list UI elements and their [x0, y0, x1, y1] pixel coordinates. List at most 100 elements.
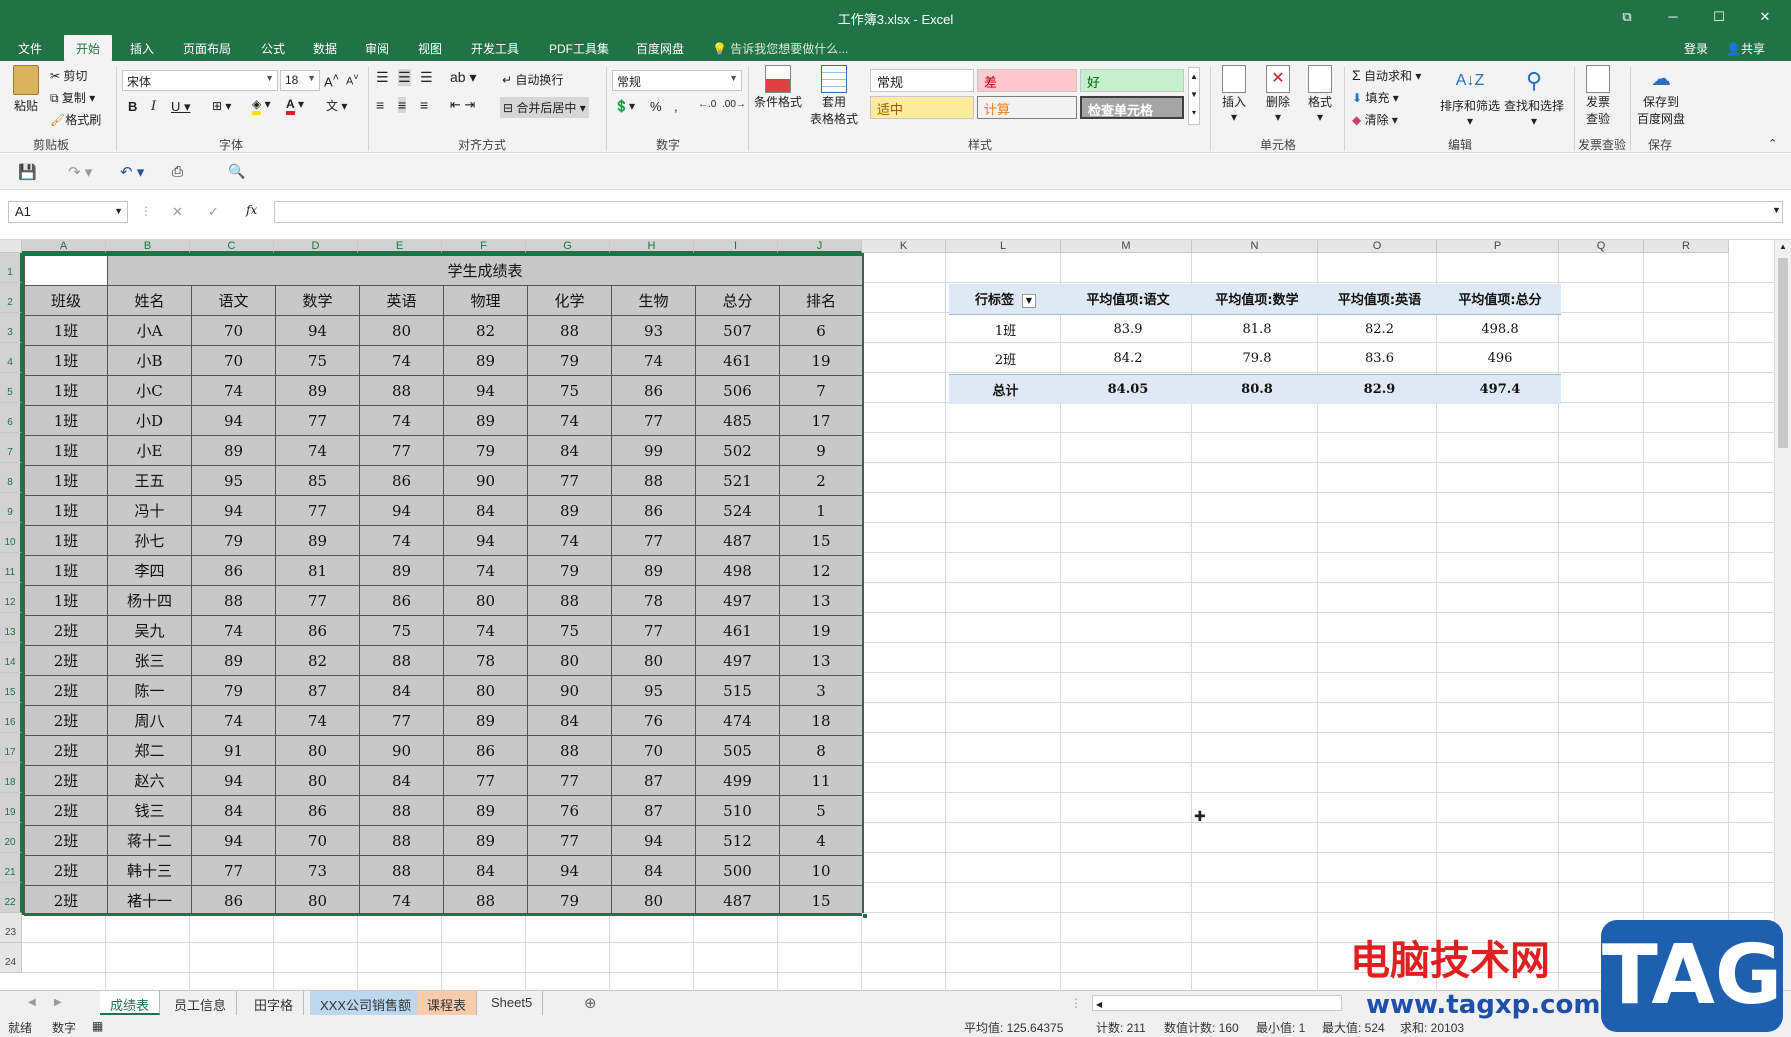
- table-cell[interactable]: 1班: [24, 465, 108, 496]
- table-cell[interactable]: 1班: [24, 585, 108, 616]
- sort-filter-button[interactable]: A↓Z 排序和筛选 ▾: [1440, 65, 1500, 128]
- row-header-9[interactable]: 9: [0, 493, 22, 523]
- pivot-header-cell[interactable]: 行标签 ▼: [949, 284, 1062, 315]
- table-cell[interactable]: 515: [695, 675, 780, 706]
- format-cells-button[interactable]: 格式 ▾: [1308, 65, 1332, 124]
- table-cell[interactable]: 张三: [107, 645, 192, 676]
- table-cell[interactable]: 505: [695, 735, 780, 766]
- tab-home[interactable]: 开始: [64, 35, 113, 61]
- row-header-19[interactable]: 19: [0, 793, 22, 823]
- fill-color-button[interactable]: ◈ ▾: [252, 97, 271, 115]
- table-cell[interactable]: 70: [611, 735, 696, 766]
- vertical-scrollbar[interactable]: ▲: [1774, 240, 1791, 990]
- table-cell[interactable]: 88: [359, 645, 444, 676]
- row-header-16[interactable]: 16: [0, 703, 22, 733]
- table-cell[interactable]: 89: [359, 555, 444, 586]
- table-cell[interactable]: 90: [359, 735, 444, 766]
- column-header-n[interactable]: N: [1192, 240, 1318, 253]
- tell-me-search[interactable]: 💡 告诉我您想要做什么...: [712, 40, 848, 57]
- table-cell[interactable]: 1班: [24, 315, 108, 346]
- table-cell[interactable]: 褚十一: [107, 885, 192, 916]
- row-header-6[interactable]: 6: [0, 403, 22, 433]
- row-header-3[interactable]: 3: [0, 313, 22, 343]
- table-cell[interactable]: 461: [695, 345, 780, 376]
- collapse-ribbon-icon[interactable]: ⌃: [1768, 137, 1777, 150]
- table-cell[interactable]: 76: [611, 705, 696, 736]
- pivot-total-cell[interactable]: 84.05: [1062, 373, 1194, 404]
- table-header-cell[interactable]: 生物: [611, 285, 696, 316]
- tab-view[interactable]: 视图: [418, 40, 442, 57]
- row-header-10[interactable]: 10: [0, 523, 22, 553]
- table-cell[interactable]: 韩十三: [107, 855, 192, 886]
- table-cell[interactable]: 77: [527, 465, 612, 496]
- table-cell[interactable]: 84: [191, 795, 276, 826]
- table-cell[interactable]: 94: [191, 405, 276, 436]
- table-cell[interactable]: 80: [359, 315, 444, 346]
- table-cell[interactable]: 74: [191, 375, 276, 406]
- column-header-l[interactable]: L: [946, 240, 1061, 253]
- pivot-cell[interactable]: 83.6: [1320, 344, 1439, 374]
- table-cell[interactable]: 钱三: [107, 795, 192, 826]
- row-header-20[interactable]: 20: [0, 823, 22, 853]
- save-icon[interactable]: 💾: [18, 163, 37, 181]
- table-cell[interactable]: 74: [527, 525, 612, 556]
- share-button[interactable]: 👤共享: [1726, 40, 1765, 57]
- filter-dropdown-icon[interactable]: ▼: [1022, 293, 1036, 308]
- tab-file[interactable]: 文件: [18, 40, 42, 57]
- invoice-check-button[interactable]: 发票 查验: [1586, 65, 1610, 127]
- find-select-button[interactable]: ⚲ 查找和选择 ▾: [1504, 65, 1564, 128]
- table-cell[interactable]: 80: [527, 645, 612, 676]
- table-cell[interactable]: 86: [359, 585, 444, 616]
- table-cell[interactable]: 郑二: [107, 735, 192, 766]
- table-cell[interactable]: 80: [443, 585, 528, 616]
- table-cell[interactable]: 75: [527, 615, 612, 646]
- table-cell[interactable]: 89: [275, 525, 360, 556]
- table-cell[interactable]: 2班: [24, 795, 108, 826]
- table-cell[interactable]: 88: [359, 855, 444, 886]
- sheet-tab-5[interactable]: 课程表: [417, 991, 478, 1015]
- pivot-cell[interactable]: 82.2: [1320, 314, 1439, 344]
- pivot-cell[interactable]: 81.8: [1194, 314, 1320, 344]
- pivot-cell[interactable]: 2班: [949, 344, 1062, 374]
- table-cell[interactable]: 502: [695, 435, 780, 466]
- table-cell[interactable]: 89: [443, 345, 528, 376]
- table-cell[interactable]: 499: [695, 765, 780, 796]
- table-cell[interactable]: 1班: [24, 375, 108, 406]
- column-header-m[interactable]: M: [1061, 240, 1192, 253]
- column-header-k[interactable]: K: [862, 240, 946, 253]
- table-cell[interactable]: 2班: [24, 615, 108, 646]
- indent-icon[interactable]: ⇤ ⇥: [450, 97, 475, 113]
- table-cell[interactable]: 2班: [24, 855, 108, 886]
- scroll-thumb[interactable]: [1778, 258, 1788, 448]
- table-cell[interactable]: 小E: [107, 435, 192, 466]
- row-header-2[interactable]: 2: [0, 283, 22, 313]
- table-cell[interactable]: 521: [695, 465, 780, 496]
- table-cell[interactable]: 94: [443, 525, 528, 556]
- table-cell[interactable]: 15: [778, 525, 864, 556]
- table-cell[interactable]: 497: [695, 645, 780, 676]
- table-cell[interactable]: 94: [359, 495, 444, 526]
- row-header-4[interactable]: 4: [0, 343, 22, 373]
- table-cell[interactable]: 77: [275, 405, 360, 436]
- table-cell[interactable]: 1班: [24, 345, 108, 376]
- table-cell[interactable]: 70: [191, 345, 276, 376]
- save-to-baidu-button[interactable]: ☁ 保存到 百度网盘: [1636, 65, 1686, 127]
- ribbon-display-icon[interactable]: ⧉: [1612, 6, 1642, 28]
- table-cell[interactable]: 2班: [24, 825, 108, 856]
- font-color-button[interactable]: A ▾: [286, 97, 304, 115]
- column-header-r[interactable]: R: [1644, 240, 1729, 253]
- number-format-combo[interactable]: 常规 ▼: [612, 70, 742, 91]
- table-cell[interactable]: 88: [527, 735, 612, 766]
- style-calculation[interactable]: 计算: [977, 96, 1077, 119]
- table-cell[interactable]: 19: [778, 345, 864, 376]
- table-cell[interactable]: 84: [359, 675, 444, 706]
- table-cell[interactable]: 89: [275, 375, 360, 406]
- table-cell[interactable]: 78: [611, 585, 696, 616]
- copy-button[interactable]: ⧉ 复制 ▾: [50, 89, 95, 106]
- grow-font-button[interactable]: A˄: [324, 72, 339, 89]
- table-cell[interactable]: 87: [611, 795, 696, 826]
- login-link[interactable]: 登录: [1684, 40, 1708, 57]
- table-header-cell[interactable]: 班级: [24, 285, 108, 316]
- merge-center-button[interactable]: ⊟ 合并后居中 ▾: [500, 97, 589, 118]
- table-header-cell[interactable]: 物理: [443, 285, 528, 316]
